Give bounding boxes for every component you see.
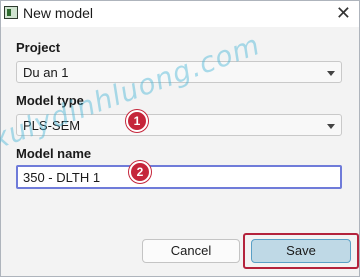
model-type-select[interactable]: PLS-SEM: [16, 114, 342, 136]
project-label: Project: [16, 40, 61, 55]
chevron-down-icon: [327, 71, 335, 76]
model-type-label: Model type: [16, 93, 84, 108]
project-select[interactable]: Du an 1: [16, 61, 342, 83]
model-name-input[interactable]: 350 - DLTH 1: [16, 165, 342, 189]
step-badge-1: 1: [126, 110, 148, 132]
step-badge-2: 2: [129, 161, 151, 183]
project-select-value: Du an 1: [23, 65, 69, 80]
model-name-label: Model name: [16, 146, 92, 161]
app-window-icon: [4, 6, 18, 19]
model-name-input-value: 350 - DLTH 1: [23, 170, 101, 185]
save-button[interactable]: Save: [251, 239, 351, 263]
close-icon[interactable]: ✕: [336, 3, 351, 23]
title-bar: New model ✕: [1, 1, 359, 27]
model-type-select-value: PLS-SEM: [23, 118, 81, 133]
window-title: New model: [23, 5, 94, 21]
new-model-dialog: New model ✕ Project Du an 1 Model type P…: [0, 0, 360, 277]
chevron-down-icon: [327, 124, 335, 129]
cancel-button[interactable]: Cancel: [142, 239, 240, 263]
